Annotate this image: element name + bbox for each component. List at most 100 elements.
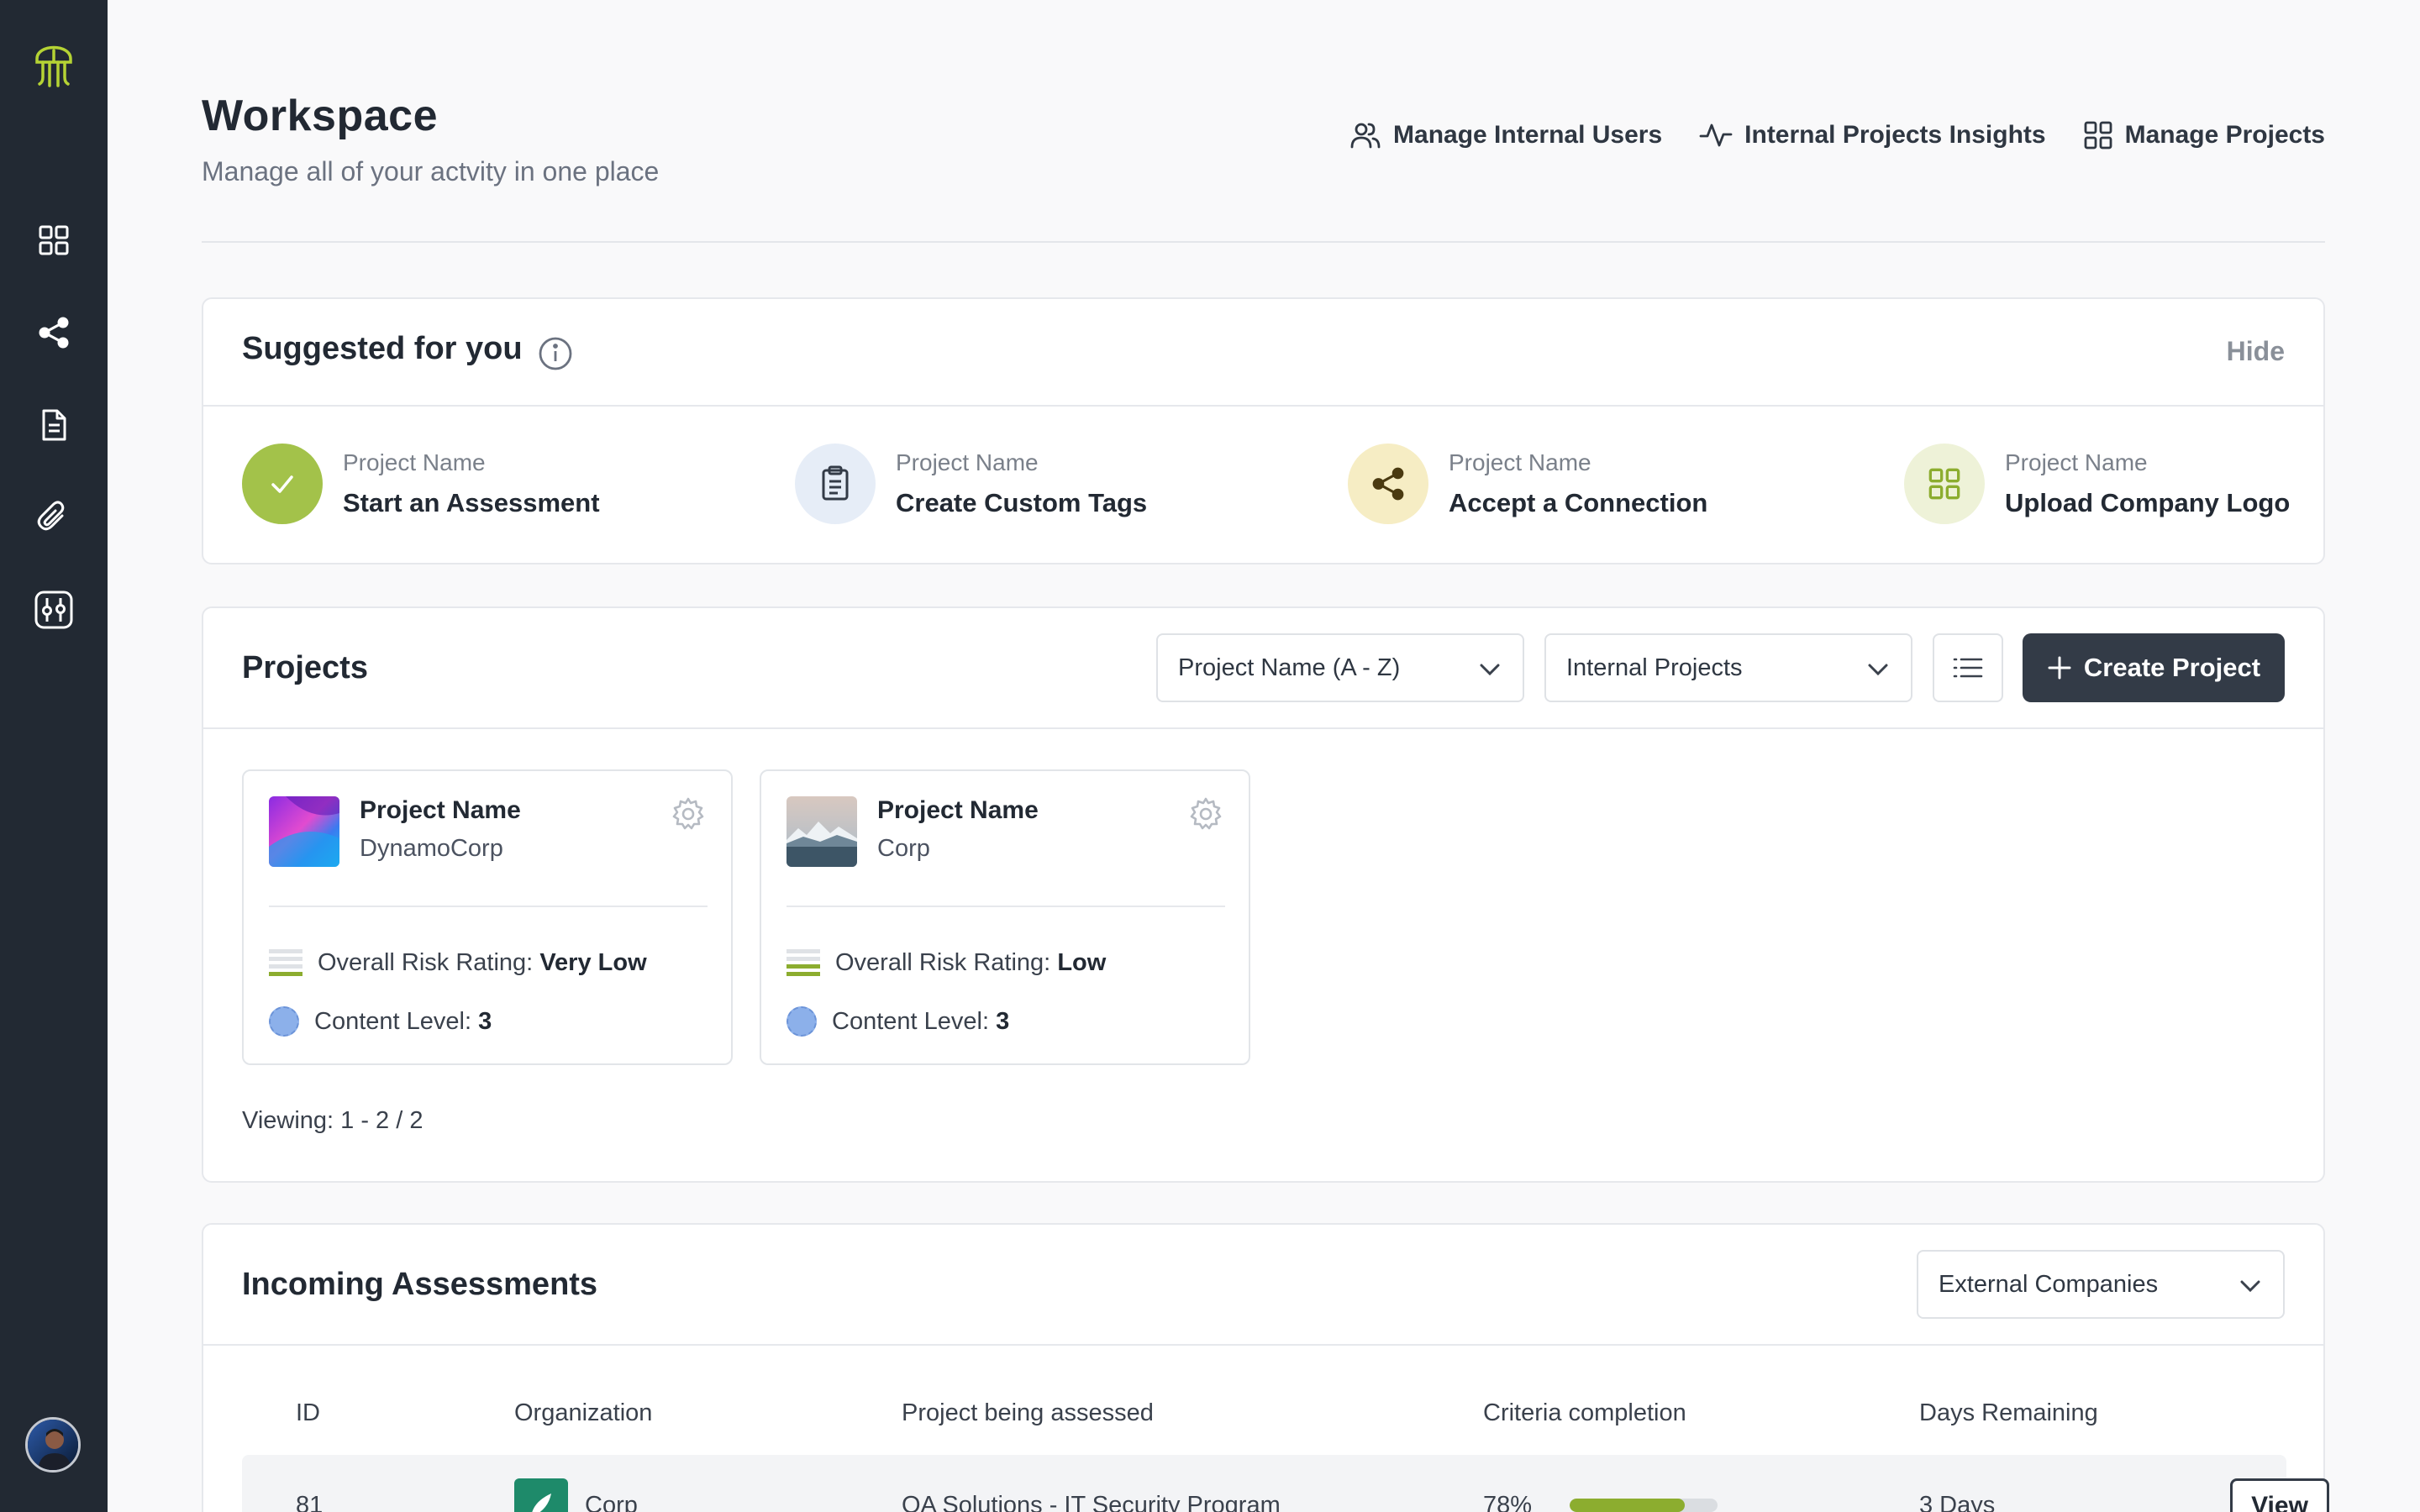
paperclip-icon[interactable] <box>29 492 79 543</box>
company-type-select[interactable]: External Companies <box>1917 1250 2285 1319</box>
suggested-panel: Suggested for you Hide Project Name Star… <box>202 297 2325 564</box>
clipboard-icon <box>795 444 876 524</box>
check-icon <box>242 444 323 524</box>
manage-internal-users-link[interactable]: Manage Internal Users <box>1349 119 1662 151</box>
list-icon <box>1953 658 1983 678</box>
project-org: Corp <box>877 835 930 862</box>
content-level-row: Content Level: 3 <box>269 1006 492 1037</box>
header-divider <box>202 241 2325 243</box>
chevron-down-icon <box>2240 1280 2260 1293</box>
user-avatar[interactable] <box>25 1417 81 1473</box>
hide-button[interactable]: Hide <box>2227 336 2285 367</box>
column-header-id[interactable]: ID <box>296 1399 320 1427</box>
pagination-summary: Viewing: 1 - 2 / 2 <box>242 1107 424 1134</box>
content-level-row: Content Level: 3 <box>786 1006 1009 1037</box>
content-level-badge-icon <box>269 1006 299 1037</box>
suggested-header: Suggested for you Hide <box>203 299 2323 407</box>
column-header-organization[interactable]: Organization <box>514 1399 652 1427</box>
column-header-days-remaining[interactable]: Days Remaining <box>1919 1399 2098 1427</box>
incoming-title: Incoming Assessments <box>242 1267 598 1302</box>
project-card[interactable]: Project Name DynamoCorp Overall Risk Rat… <box>242 769 733 1065</box>
risk-rating-row: Overall Risk Rating: Very Low <box>269 946 647 979</box>
view-button[interactable]: View <box>2230 1478 2329 1512</box>
row-days-remaining: 3 Days <box>1919 1492 1996 1512</box>
sidebar <box>0 0 108 1512</box>
internal-projects-insights-label: Internal Projects Insights <box>1744 121 2046 149</box>
incoming-assessments-panel: Incoming Assessments External Companies … <box>202 1223 2329 1512</box>
chevron-down-icon <box>1480 664 1500 676</box>
project-card[interactable]: Project Name Corp Overall Risk Rating: L… <box>760 769 1250 1065</box>
column-header-criteria-completion[interactable]: Criteria completion <box>1483 1399 1686 1427</box>
suggestion-label: Upload Company Logo <box>2005 488 2291 517</box>
manage-internal-users-label: Manage Internal Users <box>1393 121 1663 149</box>
users-icon <box>1350 123 1381 149</box>
projects-panel: Projects Project Name (A - Z) Internal P… <box>202 606 2325 1183</box>
suggestion-small-label: Project Name <box>343 449 486 475</box>
completion-progress-fill <box>1570 1499 1686 1512</box>
page-subtitle: Manage all of your actvity in one place <box>202 156 660 186</box>
gear-icon[interactable] <box>1188 796 1223 832</box>
settings-sliders-icon[interactable] <box>29 585 79 635</box>
risk-bars-icon <box>269 946 302 979</box>
content-level-value: 3 <box>996 1007 1010 1035</box>
suggestion-small-label: Project Name <box>1449 449 1591 475</box>
activity-icon <box>1699 123 1733 147</box>
chevron-down-icon <box>1868 664 1888 676</box>
suggestion-start-assessment[interactable]: Project Name Start an Assessment <box>242 444 600 524</box>
project-type-select[interactable]: Internal Projects <box>1544 633 1912 702</box>
projects-header: Projects Project Name (A - Z) Internal P… <box>203 608 2323 729</box>
incoming-header: Incoming Assessments External Companies <box>203 1225 2323 1346</box>
gear-icon[interactable] <box>671 796 706 832</box>
suggestion-upload-company-logo[interactable]: Project Name Upload Company Logo <box>1904 444 2290 524</box>
risk-bars-icon <box>786 946 820 979</box>
grid-icon <box>2084 121 2112 150</box>
risk-value: Very Low <box>539 948 647 976</box>
content-level-label: Content Level: <box>314 1007 472 1035</box>
content-level-badge-icon <box>786 1006 817 1037</box>
info-icon[interactable] <box>538 336 573 371</box>
suggestion-label: Accept a Connection <box>1449 488 1708 517</box>
risk-label: Overall Risk Rating: <box>318 948 534 976</box>
projects-title: Projects <box>242 650 368 685</box>
dashboard-grid-icon[interactable] <box>29 215 79 265</box>
suggestion-label: Start an Assessment <box>343 488 600 517</box>
page-title: Workspace <box>202 92 439 140</box>
document-icon[interactable] <box>29 400 79 450</box>
suggestion-accept-connection[interactable]: Project Name Accept a Connection <box>1348 444 1707 524</box>
list-view-button[interactable] <box>1933 633 2003 702</box>
company-type-value: External Companies <box>1939 1270 2159 1298</box>
suggestion-create-custom-tags[interactable]: Project Name Create Custom Tags <box>795 444 1147 524</box>
share-icon <box>1348 444 1428 524</box>
create-project-label: Create Project <box>2083 653 2261 682</box>
project-thumbnail <box>269 796 339 867</box>
project-name: Project Name <box>360 796 521 824</box>
column-header-project[interactable]: Project being assessed <box>902 1399 1154 1427</box>
grid-icon <box>1904 444 1985 524</box>
content-level-value: 3 <box>478 1007 492 1035</box>
card-divider <box>269 906 708 907</box>
internal-projects-insights-link[interactable]: Internal Projects Insights <box>1699 119 2046 151</box>
plus-icon <box>2048 656 2071 680</box>
sort-select[interactable]: Project Name (A - Z) <box>1156 633 1524 702</box>
suggested-title: Suggested for you <box>242 331 523 366</box>
risk-value: Low <box>1057 948 1107 976</box>
project-name: Project Name <box>877 796 1039 824</box>
project-thumbnail <box>786 796 857 867</box>
card-divider <box>786 906 1225 907</box>
row-project: OA Solutions - IT Security Program <box>902 1492 1281 1512</box>
suggestion-small-label: Project Name <box>2005 449 2148 475</box>
jellyfish-logo-icon[interactable] <box>32 34 76 94</box>
org-logo-icon <box>514 1478 568 1512</box>
manage-projects-link[interactable]: Manage Projects <box>2083 120 2325 150</box>
risk-rating-row: Overall Risk Rating: Low <box>786 946 1106 979</box>
suggestion-small-label: Project Name <box>896 449 1039 475</box>
create-project-button[interactable]: Create Project <box>2023 633 2285 702</box>
completion-progress-bar <box>1570 1499 1718 1512</box>
sort-select-value: Project Name (A - Z) <box>1178 654 1401 681</box>
manage-projects-label: Manage Projects <box>2124 121 2325 149</box>
connections-share-icon[interactable] <box>29 307 79 358</box>
row-organization: Corp <box>585 1492 638 1512</box>
suggestion-label: Create Custom Tags <box>896 488 1148 517</box>
table-row[interactable]: 81 Corp OA Solutions - IT Security Progr… <box>242 1455 2329 1512</box>
content-level-label: Content Level: <box>832 1007 990 1035</box>
